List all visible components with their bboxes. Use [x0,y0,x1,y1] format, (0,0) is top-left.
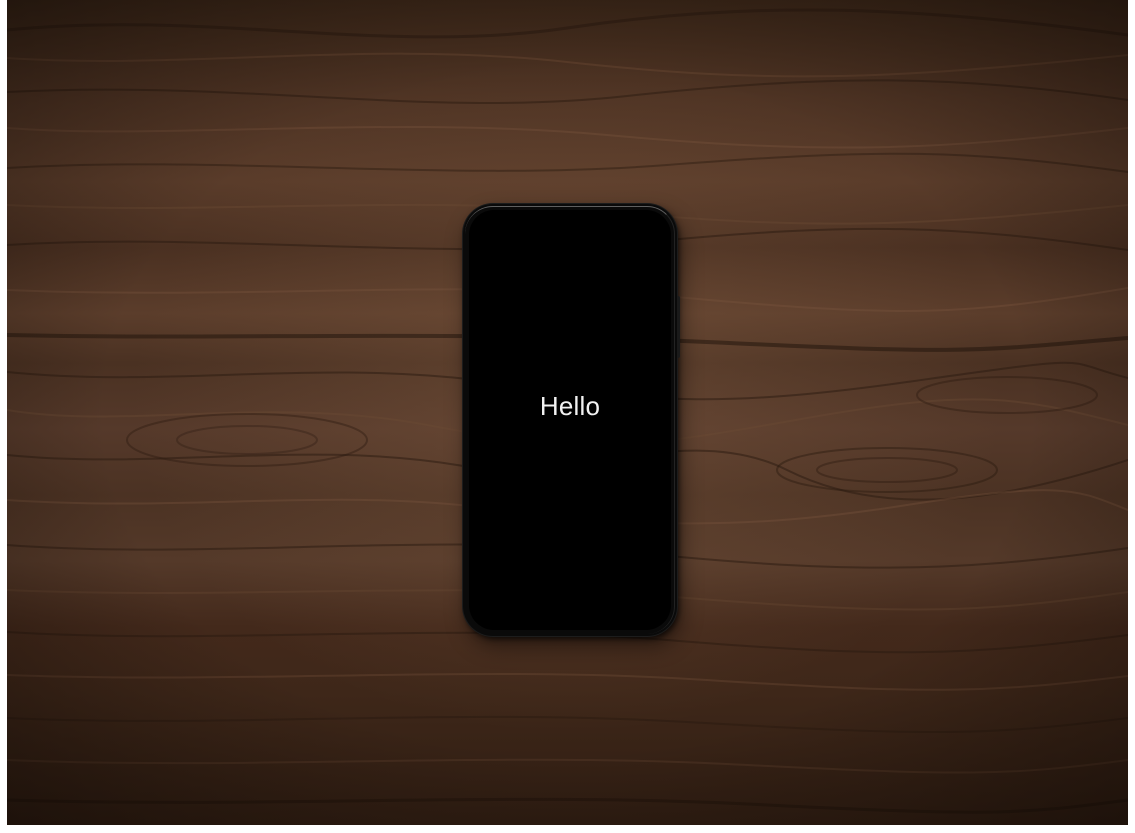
screen-greeting-text: Hello [539,391,601,421]
phone-side-button [677,296,680,358]
phone-screen: Hello [469,210,671,630]
smartphone: Hello [463,204,680,636]
